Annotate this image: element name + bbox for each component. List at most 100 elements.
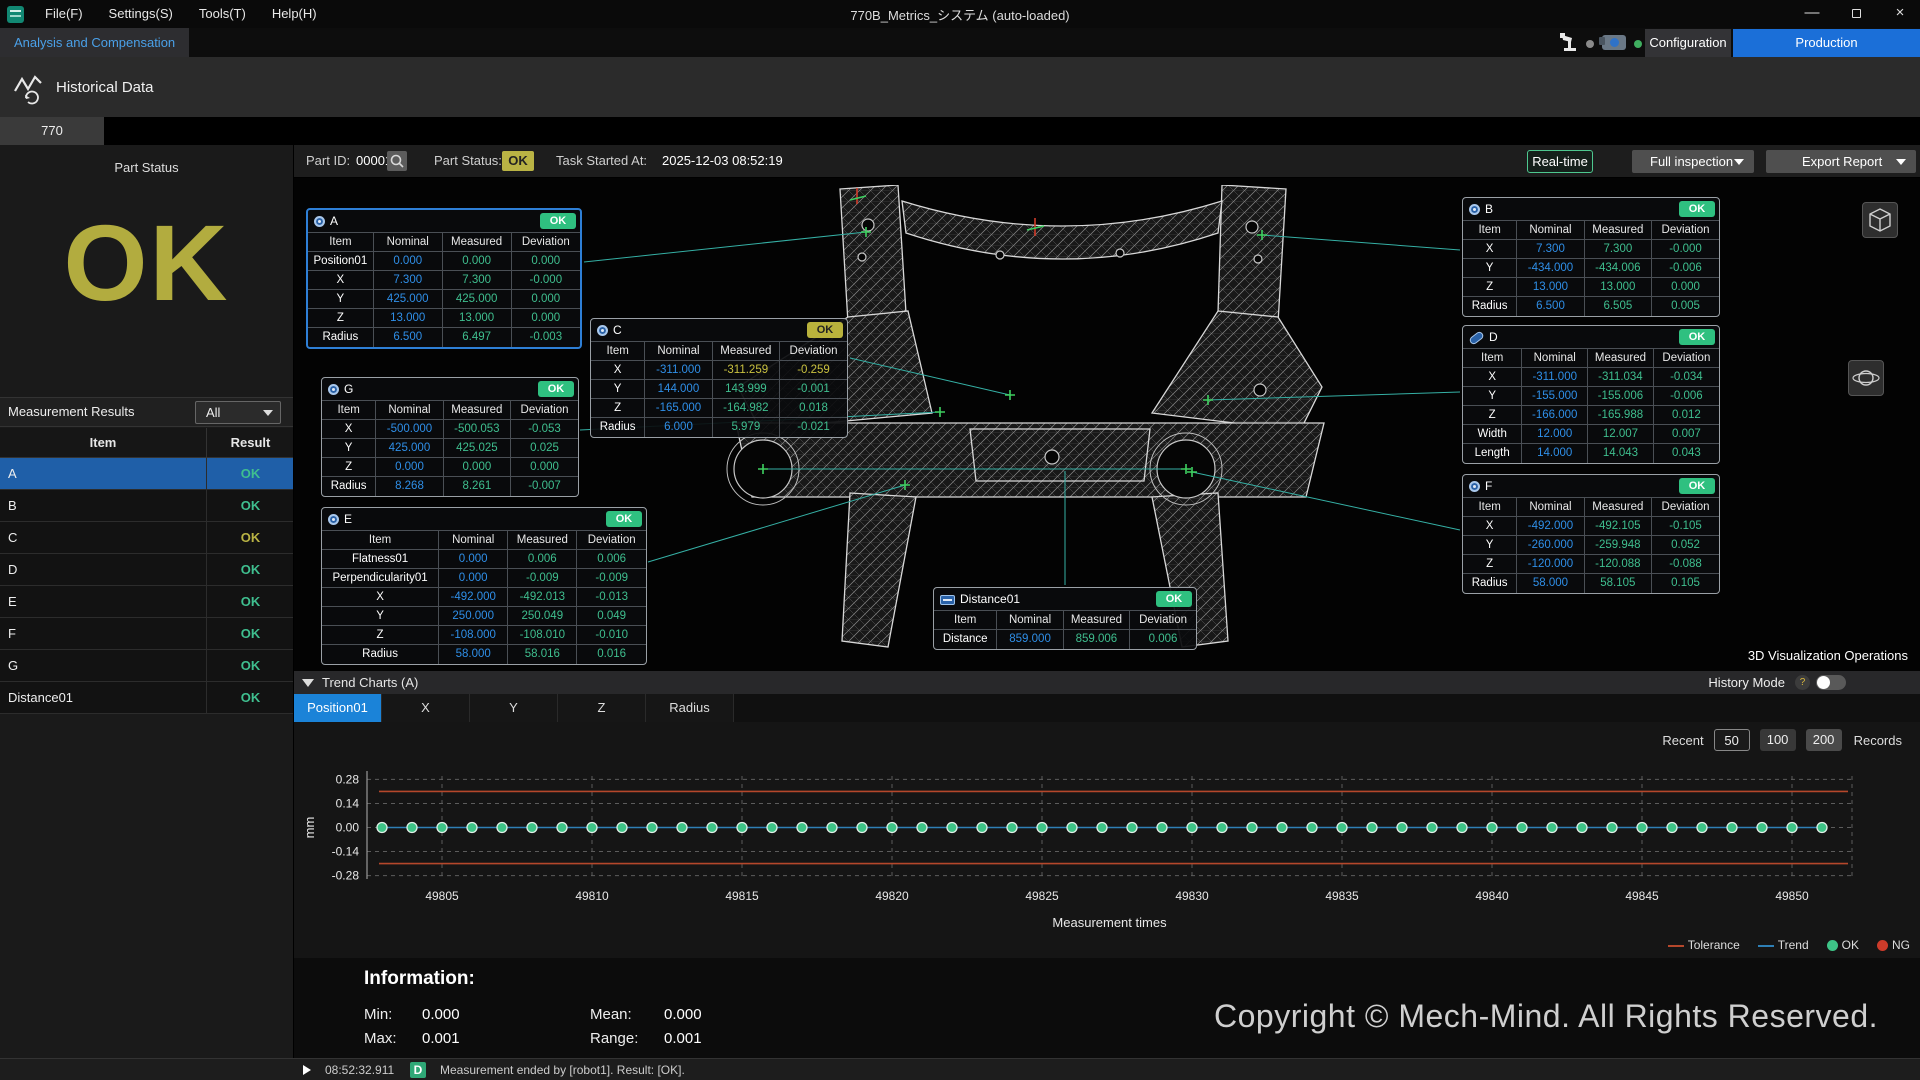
- result-row-B[interactable]: BOK: [0, 490, 293, 522]
- cell-nominal: 6.500: [373, 328, 442, 347]
- grid-data-row: Z13.00013.0000.000: [1463, 278, 1719, 297]
- feature-table-E[interactable]: EOKItemNominalMeasuredDeviationFlatness0…: [321, 507, 647, 665]
- circle-feature-icon: [328, 384, 339, 395]
- result-row-E[interactable]: EOK: [0, 586, 293, 618]
- trend-charts-header[interactable]: Trend Charts (A) History Mode ?: [294, 671, 1920, 694]
- feature-table-G[interactable]: GOKItemNominalMeasuredDeviationX-500.000…: [321, 377, 579, 497]
- feature-table-D[interactable]: DOKItemNominalMeasuredDeviationX-311.000…: [1462, 325, 1720, 464]
- grid-col-measured: Measured: [1584, 221, 1651, 240]
- menu-settings[interactable]: Settings(S): [96, 0, 186, 28]
- cell-measured: -165.988: [1588, 406, 1654, 425]
- export-report-dropdown[interactable]: Export Report: [1766, 150, 1916, 173]
- grid-header-row: ItemNominalMeasuredDeviation: [1463, 498, 1719, 517]
- trend-tab-position01[interactable]: Position01: [294, 694, 382, 722]
- trend-chart-panel: Recent50100200Records 0.280.140.00-0.14-…: [294, 722, 1920, 958]
- cell-deviation: 0.005: [1652, 297, 1719, 316]
- historical-data-icon: [12, 69, 46, 105]
- trend-tab-z[interactable]: Z: [558, 694, 646, 722]
- inspection-header: Part ID: 00001 Part Status: OK Task Star…: [294, 145, 1920, 178]
- log-message: Measurement ended by [robot1]. Result: […: [440, 1063, 685, 1077]
- cell-measured: 6.505: [1584, 297, 1651, 316]
- feature-table-B[interactable]: BOKItemNominalMeasuredDeviationX7.3007.3…: [1462, 197, 1720, 317]
- menu-tools[interactable]: Tools(T): [186, 0, 259, 28]
- cell-measured: 143.999: [712, 380, 779, 399]
- result-row-F[interactable]: FOK: [0, 618, 293, 650]
- svg-text:Measurement times: Measurement times: [1052, 915, 1167, 930]
- cell-item: X: [591, 361, 645, 380]
- grid-col-measured: Measured: [443, 401, 510, 420]
- configuration-button[interactable]: Configuration: [1645, 29, 1731, 57]
- cell-nominal: -108.000: [439, 626, 508, 645]
- chart-legend: ToleranceTrendOKNG: [1668, 938, 1910, 952]
- results-filter-value: All: [206, 405, 220, 420]
- results-table-body: AOKBOKCOKDOKEOKFOKGOKDistance01OK: [0, 458, 293, 714]
- recent-100-button[interactable]: 100: [1760, 729, 1796, 751]
- cell-nominal: 7.300: [373, 271, 442, 290]
- maximize-button[interactable]: [1836, 0, 1876, 28]
- feature-table-name: G: [344, 382, 353, 396]
- minimize-button[interactable]: —: [1792, 0, 1832, 28]
- trend-tab-x[interactable]: X: [382, 694, 470, 722]
- historical-data-button[interactable]: Historical Data: [56, 79, 154, 96]
- feature-status-badge: OK: [1679, 478, 1715, 494]
- cell-item: Y: [322, 439, 376, 458]
- cell-nominal: 12.000: [1522, 425, 1588, 444]
- cell-item: Y: [322, 607, 439, 626]
- cell-measured: 13.000: [1584, 278, 1651, 297]
- grid-data-row: Distance859.000859.0060.006: [934, 630, 1196, 649]
- svg-text:49825: 49825: [1025, 889, 1059, 903]
- results-col-item: Item: [0, 428, 206, 458]
- svg-text:0.14: 0.14: [336, 796, 360, 810]
- feature-table-Distance01[interactable]: Distance01OKItemNominalMeasuredDeviation…: [933, 587, 1197, 650]
- tab-analysis-and-compensation[interactable]: Analysis and Compensation: [0, 28, 189, 57]
- trend-chart[interactable]: 0.280.140.00-0.14-0.28498054981049815498…: [294, 750, 1920, 935]
- recent-200-button[interactable]: 200: [1806, 729, 1842, 751]
- cell-item: Z: [591, 399, 645, 418]
- collapse-triangle-icon[interactable]: [302, 679, 314, 687]
- cell-nominal: 6.000: [645, 418, 712, 437]
- legend-label: Trend: [1778, 938, 1809, 952]
- status-bar: 08:52:32.911 D Measurement ended by [rob…: [0, 1058, 1920, 1080]
- cell-item: Length: [1463, 444, 1522, 463]
- search-icon[interactable]: [387, 151, 407, 171]
- cell-measured: 8.261: [443, 477, 510, 496]
- camera-status-dot: [1634, 40, 1642, 48]
- result-row-Distance01[interactable]: Distance01OK: [0, 682, 293, 714]
- orbit-view-button[interactable]: [1848, 360, 1884, 396]
- menu-help[interactable]: Help(H): [259, 0, 330, 28]
- cell-measured: 7.300: [1584, 240, 1651, 259]
- feature-table-A[interactable]: AOKItemNominalMeasuredDeviationPosition0…: [306, 208, 582, 349]
- result-status: OK: [206, 522, 294, 554]
- help-icon[interactable]: ?: [1795, 675, 1810, 690]
- result-row-G[interactable]: GOK: [0, 650, 293, 682]
- grid-col-measured: Measured: [712, 342, 779, 361]
- menu-file[interactable]: File(F): [32, 0, 96, 28]
- feature-table-F[interactable]: FOKItemNominalMeasuredDeviationX-492.000…: [1462, 474, 1720, 594]
- history-mode-label: History Mode: [1708, 671, 1785, 694]
- cell-nominal: -166.000: [1522, 406, 1588, 425]
- grid-data-row: Perpendicularity010.000-0.009-0.009: [322, 569, 646, 588]
- result-row-D[interactable]: DOK: [0, 554, 293, 586]
- result-status: OK: [206, 490, 294, 522]
- log-expand-icon[interactable]: [303, 1065, 311, 1075]
- recent-50-button[interactable]: 50: [1714, 729, 1750, 751]
- close-button[interactable]: ×: [1880, 0, 1920, 28]
- legend-ng: NG: [1877, 938, 1910, 952]
- history-mode-toggle[interactable]: [1816, 675, 1846, 690]
- results-filter-dropdown[interactable]: All: [195, 401, 281, 424]
- cell-deviation: 0.000: [511, 252, 580, 271]
- trend-tab-y[interactable]: Y: [470, 694, 558, 722]
- box-view-button[interactable]: [1862, 202, 1898, 238]
- feature-table-C[interactable]: COKItemNominalMeasuredDeviationX-311.000…: [590, 318, 848, 438]
- tab-770[interactable]: 770: [0, 117, 104, 145]
- inspection-mode-dropdown[interactable]: Full inspection: [1632, 150, 1754, 173]
- result-row-A[interactable]: AOK: [0, 458, 293, 490]
- production-button[interactable]: Production: [1733, 29, 1920, 57]
- trend-tab-radius[interactable]: Radius: [646, 694, 734, 722]
- cell-nominal: 0.000: [439, 569, 508, 588]
- result-row-C[interactable]: COK: [0, 522, 293, 554]
- legend-swatch-tolerance: [1668, 945, 1684, 947]
- realtime-button[interactable]: Real-time: [1527, 150, 1593, 173]
- grid-col-item: Item: [1463, 498, 1517, 517]
- feature-table-name: C: [613, 323, 622, 337]
